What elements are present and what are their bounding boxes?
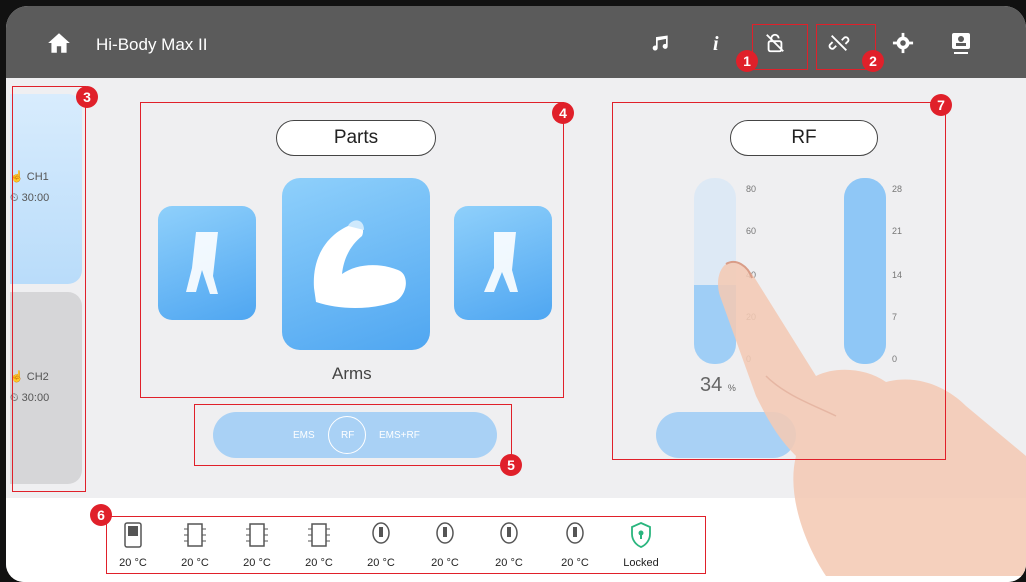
annotation-box-4 <box>140 102 564 398</box>
annotation-box-7 <box>612 102 946 460</box>
annotation-badge-6: 6 <box>90 504 112 526</box>
music-icon[interactable] <box>648 30 674 56</box>
annotation-badge-5: 5 <box>500 454 522 476</box>
annotation-box-3 <box>12 86 86 492</box>
annotation-box-6 <box>106 516 706 574</box>
svg-text:i: i <box>713 33 719 54</box>
annotation-badge-1: 1 <box>736 50 758 72</box>
home-icon[interactable] <box>46 30 72 56</box>
gear-icon[interactable] <box>890 30 916 56</box>
app-title: Hi-Body Max II <box>96 35 208 54</box>
info-icon[interactable]: i <box>704 30 730 56</box>
annotation-box-1 <box>752 24 808 70</box>
annotation-badge-2: 2 <box>862 50 884 72</box>
annotation-badge-3: 3 <box>76 86 98 108</box>
device-screen: Hi-Body Max II i ☝ CH1 ⏲ 30:00 ☝ CH2 ⏲ 3… <box>6 6 1026 582</box>
profile-icon[interactable] <box>948 30 974 56</box>
annotation-badge-7: 7 <box>930 94 952 116</box>
annotation-badge-4: 4 <box>552 102 574 124</box>
annotation-box-5 <box>194 404 512 466</box>
